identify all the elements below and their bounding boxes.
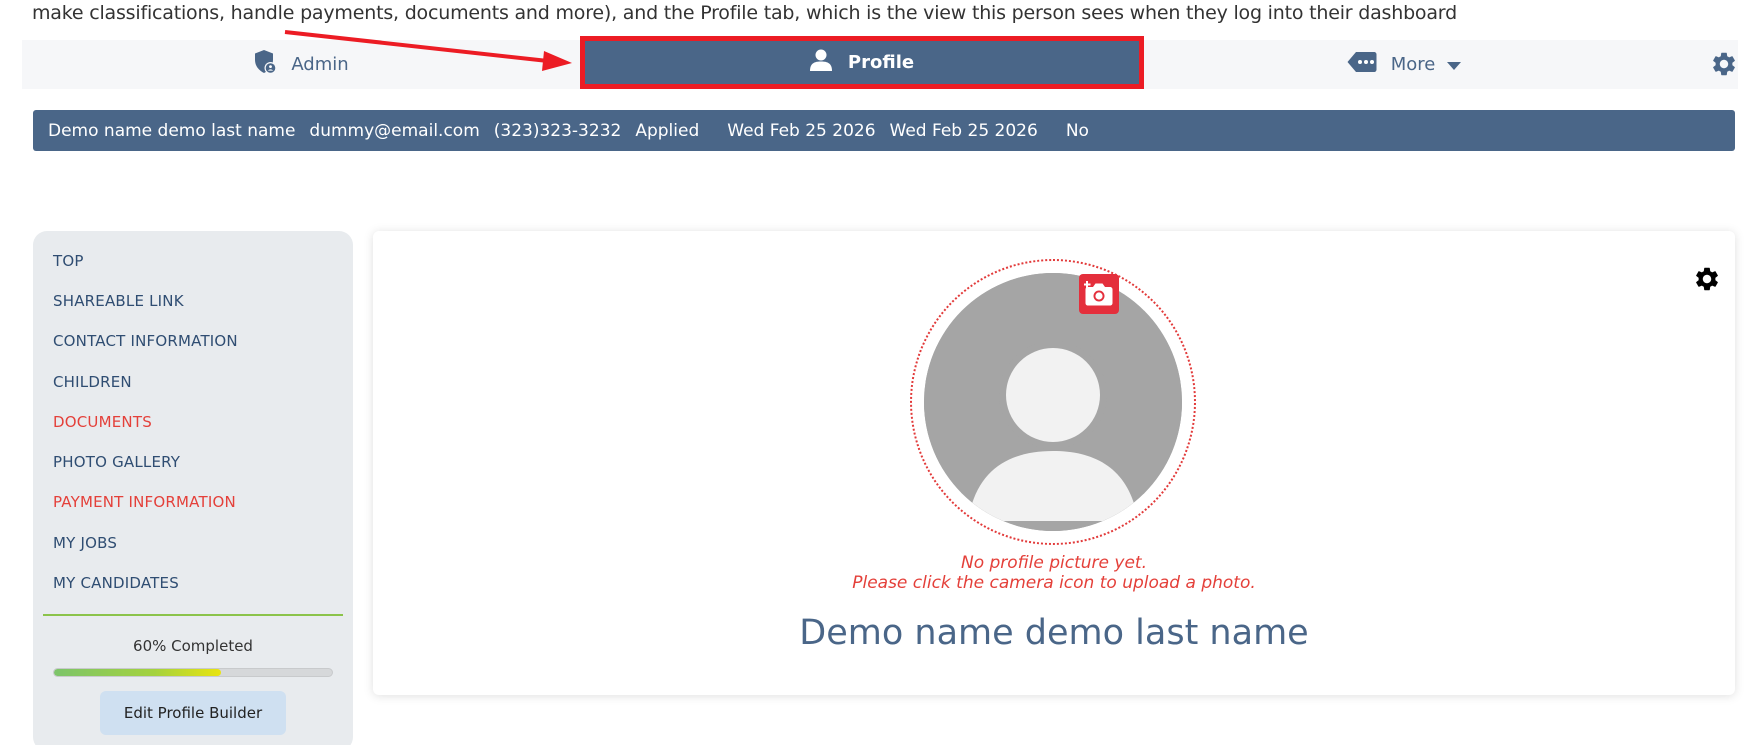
edit-profile-builder-button[interactable]: Edit Profile Builder <box>100 691 286 735</box>
sidebar-item-shareable-link[interactable]: SHAREABLE LINK <box>53 292 184 310</box>
tab-bar: Admin Profile More <box>22 36 1738 89</box>
tab-more-label: More <box>1390 54 1436 75</box>
progress-label: 60% Completed <box>133 637 253 655</box>
admin-shield-icon <box>253 49 277 80</box>
sidebar-item-my-jobs[interactable]: MY JOBS <box>53 534 117 552</box>
avatar-ring <box>910 259 1196 545</box>
profile-card: No profile picture yet. Please click the… <box>373 231 1735 695</box>
profile-sidebar: TOP SHAREABLE LINK CONTACT INFORMATION C… <box>33 231 353 745</box>
sidebar-item-contact-information[interactable]: CONTACT INFORMATION <box>53 332 238 350</box>
avatar-placeholder-icon <box>924 273 1182 531</box>
user-info-bar: Demo name demo last name dummy@email.com… <box>33 110 1735 151</box>
tab-profile-label: Profile <box>847 52 915 73</box>
intro-text: make classifications, handle payments, d… <box>32 2 1457 24</box>
card-gear-icon[interactable] <box>1693 265 1721 297</box>
tab-more[interactable]: More <box>1144 40 1664 89</box>
info-name: Demo name demo last name <box>48 120 296 141</box>
progress-fill <box>54 669 221 676</box>
info-date-2: Wed Feb 25 2026 <box>889 120 1038 141</box>
no-picture-message: No profile picture yet. <box>960 553 1147 573</box>
sidebar-divider <box>43 614 343 616</box>
progress-bar <box>53 668 333 677</box>
gear-icon[interactable] <box>1710 50 1738 82</box>
more-tag-icon <box>1347 51 1377 78</box>
tab-admin-label: Admin <box>291 54 349 75</box>
info-status: Applied <box>635 120 700 141</box>
sidebar-item-payment-information[interactable]: PAYMENT INFORMATION <box>53 493 236 511</box>
info-phone: (323)323-3232 <box>493 120 622 141</box>
person-icon <box>809 49 832 76</box>
tab-profile[interactable]: Profile <box>580 36 1144 89</box>
sidebar-item-photo-gallery[interactable]: PHOTO GALLERY <box>53 453 180 471</box>
info-date-1: Wed Feb 25 2026 <box>727 120 876 141</box>
tab-admin[interactable]: Admin <box>22 40 580 89</box>
caret-down-icon <box>1447 54 1462 75</box>
sidebar-item-documents[interactable]: DOCUMENTS <box>53 413 152 431</box>
sidebar-item-children[interactable]: CHILDREN <box>53 373 132 391</box>
info-email: dummy@email.com <box>309 120 480 141</box>
sidebar-item-my-candidates[interactable]: MY CANDIDATES <box>53 574 179 592</box>
sidebar-item-top[interactable]: TOP <box>53 252 84 270</box>
profile-name: Demo name demo last name <box>799 613 1309 653</box>
upload-instruction-message: Please click the camera icon to upload a… <box>852 573 1256 593</box>
camera-upload-icon[interactable] <box>1079 274 1119 314</box>
info-flag: No <box>1065 120 1089 141</box>
